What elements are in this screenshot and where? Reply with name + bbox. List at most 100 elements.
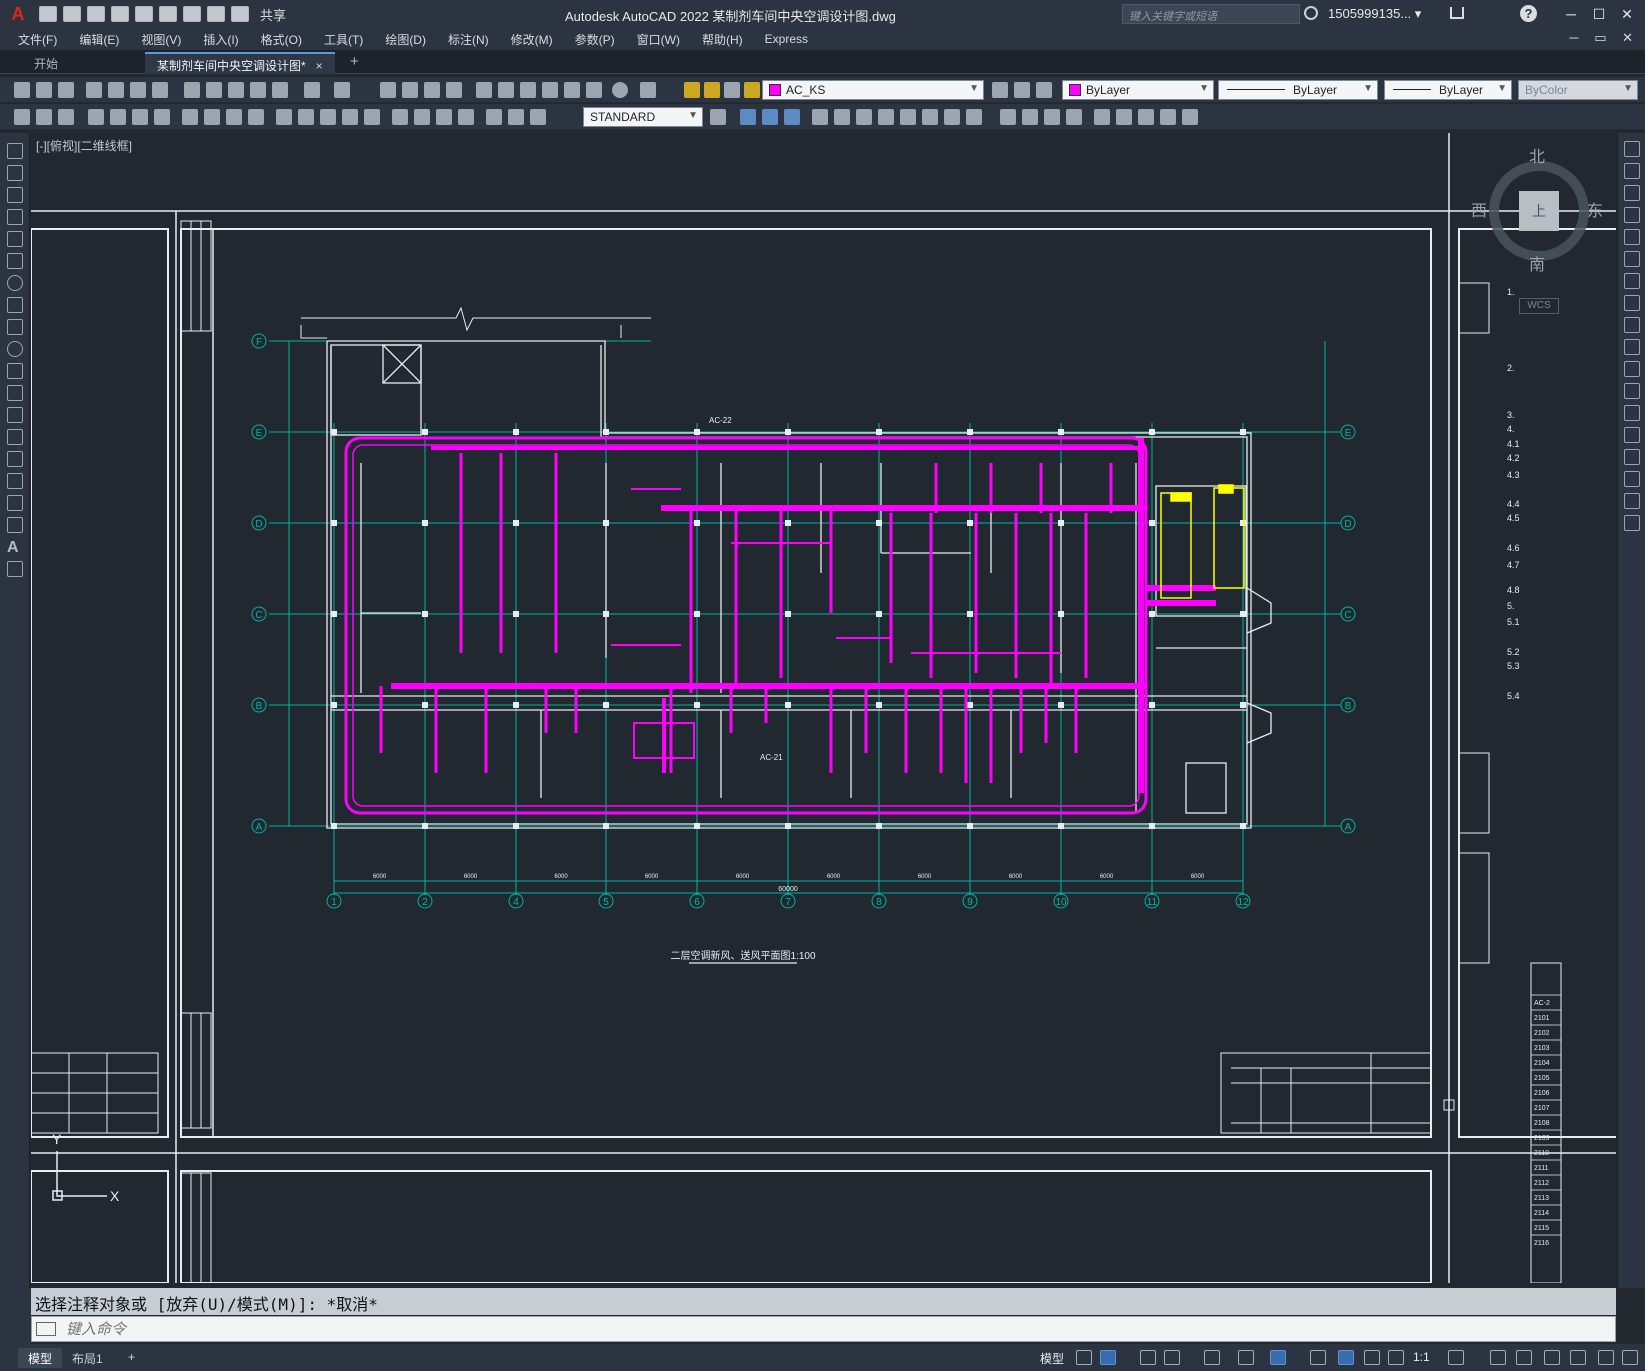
- redo-icon[interactable]: [334, 82, 350, 98]
- close-tab-icon[interactable]: ×: [316, 59, 323, 73]
- add-layout-button[interactable]: +: [118, 1348, 145, 1368]
- dimension-text-edit-icon[interactable]: [508, 109, 524, 125]
- help-search-input[interactable]: 键入关键字或短语: [1122, 4, 1300, 24]
- gear-icon[interactable]: [1448, 1350, 1464, 1365]
- zoom-previous-icon[interactable]: [446, 82, 462, 98]
- clean-screen-icon[interactable]: [1570, 1350, 1586, 1365]
- save-as-icon[interactable]: [111, 6, 129, 22]
- plot-icon[interactable]: [86, 82, 102, 98]
- wcs-menu[interactable]: WCS: [1519, 298, 1559, 314]
- dimension-update-icon[interactable]: [530, 109, 546, 125]
- break-at-point-icon[interactable]: [1624, 383, 1640, 399]
- copy-icon[interactable]: [206, 82, 222, 98]
- model-space-toggle[interactable]: 模型: [1040, 1350, 1064, 1367]
- layer-state-icon[interactable]: [1036, 82, 1052, 98]
- menu-draw[interactable]: 绘图(D): [385, 31, 426, 48]
- close-window-button[interactable]: ✕: [1616, 4, 1638, 24]
- plot-icon[interactable]: [183, 6, 201, 22]
- menu-icon[interactable]: [1622, 1350, 1638, 1365]
- blend-curves-icon[interactable]: [1624, 493, 1640, 509]
- explode-icon[interactable]: [1624, 515, 1640, 531]
- shaded-icon[interactable]: [1022, 109, 1038, 125]
- help-icon[interactable]: [612, 82, 628, 98]
- viewport-icon[interactable]: [1094, 109, 1110, 125]
- table-icon[interactable]: [7, 517, 23, 533]
- scale-icon[interactable]: [1624, 295, 1640, 311]
- radius-dimension-icon[interactable]: [182, 109, 198, 125]
- save-icon[interactable]: [58, 82, 74, 98]
- fillet-icon[interactable]: [1624, 471, 1640, 487]
- erase-icon[interactable]: [1624, 141, 1640, 157]
- add-selected-icon[interactable]: [7, 561, 23, 577]
- ellipse-arc-icon[interactable]: [7, 363, 23, 379]
- open-icon[interactable]: [36, 82, 52, 98]
- dimension-edit-icon[interactable]: [486, 109, 502, 125]
- make-current-layer-icon[interactable]: [992, 82, 1008, 98]
- plus-icon[interactable]: [1490, 1350, 1506, 1365]
- help-icon[interactable]: ?: [1520, 5, 1537, 22]
- drawing-canvas[interactable]: F E E D D C C B B A A 1 2 4 5 6 7 8 9 10 11 12: [31, 133, 1616, 1283]
- compass-north[interactable]: 北: [1529, 143, 1545, 167]
- rectangle-icon[interactable]: [7, 231, 23, 247]
- jogged-linear-icon[interactable]: [458, 109, 474, 125]
- layer-match-icon[interactable]: [36, 109, 52, 125]
- calculator-icon[interactable]: [586, 82, 602, 98]
- ordinate-dimension-icon[interactable]: [154, 109, 170, 125]
- inspection-icon[interactable]: [436, 109, 452, 125]
- design-center-icon[interactable]: [498, 82, 514, 98]
- tab-layout1[interactable]: 布局1: [62, 1348, 113, 1368]
- 3d-wedge-icon[interactable]: [762, 109, 778, 125]
- viewport-scale-icon[interactable]: [1160, 109, 1176, 125]
- multiline-text-icon[interactable]: A: [7, 539, 23, 556]
- rotate-icon[interactable]: [1624, 273, 1640, 289]
- open-web-icon[interactable]: [135, 6, 153, 22]
- diameter-dimension-icon[interactable]: [226, 109, 242, 125]
- 3d-box-icon[interactable]: [740, 109, 756, 125]
- hardware-acceleration-icon[interactable]: [1544, 1350, 1560, 1365]
- ucs-icon[interactable]: [812, 109, 828, 125]
- viewport-poly-icon[interactable]: [1116, 109, 1132, 125]
- center-mark-icon[interactable]: [414, 109, 430, 125]
- command-input[interactable]: [66, 1319, 1566, 1339]
- auto-scale-icon[interactable]: [1364, 1350, 1380, 1365]
- layer-previous-icon[interactable]: [1014, 82, 1030, 98]
- isolate-objects-icon[interactable]: [1516, 1350, 1532, 1365]
- stretch-icon[interactable]: [1624, 317, 1640, 333]
- polygon-icon[interactable]: [7, 209, 23, 225]
- layer-iso-icon[interactable]: [58, 109, 74, 125]
- menu-file[interactable]: 文件(F): [18, 31, 57, 48]
- qnew-icon[interactable]: [14, 82, 30, 98]
- layer-freeze-icon[interactable]: [704, 82, 720, 98]
- layer-lock-icon[interactable]: [744, 82, 760, 98]
- viewcube[interactable]: 上 北 南 东 西 WCS: [1471, 143, 1603, 333]
- block-editor-icon[interactable]: [272, 82, 288, 98]
- array-icon[interactable]: [1624, 229, 1640, 245]
- viewcube-top-face[interactable]: 上: [1519, 191, 1559, 231]
- ucs-3point-icon[interactable]: [900, 109, 916, 125]
- undo-icon[interactable]: [207, 6, 225, 22]
- menu-window[interactable]: 窗口(W): [637, 31, 680, 48]
- lineweight-icon[interactable]: [1310, 1350, 1326, 1365]
- snap-icon[interactable]: [1100, 1350, 1116, 1365]
- gradient-icon[interactable]: [7, 473, 23, 489]
- baseline-dimension-icon[interactable]: [298, 109, 314, 125]
- minimize-button[interactable]: ─: [1560, 4, 1582, 24]
- ucs-origin-icon[interactable]: [856, 109, 872, 125]
- quick-dimension-icon[interactable]: [276, 109, 292, 125]
- linetype-dropdown[interactable]: ByLayer ▼: [1218, 80, 1378, 100]
- share-button[interactable]: 共享: [260, 5, 286, 24]
- pan-icon[interactable]: [380, 82, 396, 98]
- polar-tracking-icon[interactable]: [1164, 1350, 1180, 1365]
- new-tab-button[interactable]: +: [350, 53, 359, 70]
- lineweight-dropdown[interactable]: ByLayer ▼: [1384, 80, 1512, 100]
- region-icon[interactable]: [7, 495, 23, 511]
- ortho-icon[interactable]: [1140, 1350, 1156, 1365]
- color-dropdown[interactable]: ByLayer ▼: [1062, 80, 1214, 100]
- menu-edit[interactable]: 编辑(E): [79, 31, 119, 48]
- paste-icon[interactable]: [228, 82, 244, 98]
- publish-icon[interactable]: [130, 82, 146, 98]
- user-account[interactable]: 1505999135... ▾: [1328, 6, 1421, 22]
- hatch-icon[interactable]: [7, 451, 23, 467]
- point-icon[interactable]: [7, 429, 23, 445]
- 3d-print-icon[interactable]: [152, 82, 168, 98]
